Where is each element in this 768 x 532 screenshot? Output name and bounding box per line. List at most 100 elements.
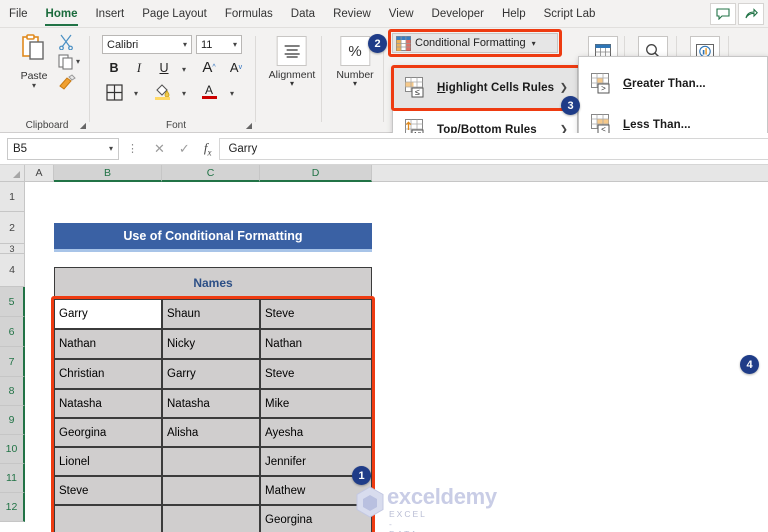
copy-chevron-down-icon[interactable]: ▾ bbox=[76, 57, 80, 66]
row-header-6[interactable]: 6 bbox=[0, 317, 25, 347]
tab-developer[interactable]: Developer bbox=[423, 0, 493, 28]
row-header-2[interactable]: 2 bbox=[0, 212, 25, 244]
column-header-b[interactable]: B bbox=[54, 165, 162, 182]
row-header-11[interactable]: 11 bbox=[0, 464, 25, 493]
cell-title-banner[interactable]: Use of Conditional Formatting bbox=[54, 223, 372, 252]
row-header-9[interactable]: 9 bbox=[0, 406, 25, 435]
cut-icon[interactable] bbox=[58, 34, 74, 55]
formula-bar-grip: ⋮ bbox=[127, 143, 138, 155]
cell-B9[interactable]: Georgina bbox=[54, 418, 162, 447]
tab-formulas[interactable]: Formulas bbox=[216, 0, 282, 28]
menu-item-highlight-cells-rules[interactable]: ≤ Highlight Cells Rules ❯ bbox=[393, 67, 577, 109]
chevron-down-icon[interactable]: ▾ bbox=[183, 40, 187, 49]
conditional-formatting-button[interactable]: Conditional Formatting ▾ bbox=[392, 33, 558, 53]
submenu-glyph: > bbox=[601, 84, 606, 93]
decrease-font-size-button[interactable]: Av bbox=[226, 57, 246, 77]
tab-file[interactable]: File bbox=[0, 0, 37, 28]
cell-C6[interactable]: Nicky bbox=[162, 329, 260, 359]
name-box[interactable]: B5 ▾ bbox=[7, 137, 119, 160]
paste-chevron-down-icon[interactable]: ▾ bbox=[12, 82, 56, 90]
cell-B5[interactable]: Garry bbox=[54, 299, 162, 329]
cell-D5[interactable]: Steve bbox=[260, 299, 372, 329]
row-header-3[interactable]: 3 bbox=[0, 244, 25, 254]
bold-button[interactable]: B bbox=[104, 58, 124, 78]
tab-home[interactable]: Home bbox=[37, 0, 87, 28]
submenu-item-rest: ess Than... bbox=[630, 118, 691, 131]
grow-font-label: A bbox=[202, 58, 213, 76]
column-header-a[interactable]: A bbox=[25, 165, 54, 182]
row-header-7[interactable]: 7 bbox=[0, 347, 25, 377]
formula-input[interactable]: Garry bbox=[219, 137, 768, 160]
cell-B6[interactable]: Nathan bbox=[54, 329, 162, 359]
chevron-down-icon[interactable]: ▾ bbox=[109, 144, 113, 153]
column-header-c[interactable]: C bbox=[162, 165, 260, 182]
font-color-chevron-down-icon[interactable]: ▾ bbox=[222, 83, 242, 103]
paste-button[interactable]: Paste ▾ bbox=[12, 34, 56, 90]
group-divider bbox=[89, 36, 90, 122]
font-size-combo[interactable]: 11 ▾ bbox=[196, 35, 242, 54]
row-header-12[interactable]: 12 bbox=[0, 493, 25, 522]
cell-C8[interactable]: Natasha bbox=[162, 389, 260, 418]
cell-B10[interactable]: Lionel bbox=[54, 447, 162, 476]
step-badge-3: 3 bbox=[561, 96, 580, 115]
tab-help[interactable]: Help bbox=[493, 0, 535, 28]
underline-button[interactable]: U bbox=[154, 58, 174, 78]
tab-review[interactable]: Review bbox=[324, 0, 380, 28]
insert-function-icon[interactable]: fx bbox=[204, 140, 212, 158]
copy-icon[interactable] bbox=[58, 54, 74, 75]
row-header-4[interactable]: 4 bbox=[0, 254, 25, 287]
cell-C10[interactable] bbox=[162, 447, 260, 476]
borders-chevron-down-icon[interactable]: ▾ bbox=[126, 83, 146, 103]
tab-data[interactable]: Data bbox=[282, 0, 324, 28]
cell-D8[interactable]: Mike bbox=[260, 389, 372, 418]
borders-button[interactable] bbox=[104, 82, 124, 102]
increase-font-size-button[interactable]: A ^ bbox=[199, 57, 219, 77]
italic-button[interactable]: I bbox=[129, 58, 149, 78]
cell-B8[interactable]: Natasha bbox=[54, 389, 162, 418]
underline-chevron-down-icon[interactable]: ▾ bbox=[174, 59, 194, 79]
tab-page-layout[interactable]: Page Layout bbox=[133, 0, 216, 28]
cell-D9[interactable]: Ayesha bbox=[260, 418, 372, 447]
chevron-down-icon[interactable]: ▾ bbox=[532, 39, 536, 48]
row-header-5[interactable]: 5 bbox=[0, 287, 25, 317]
clipboard-dialog-launcher-icon[interactable]: ◢ bbox=[80, 121, 86, 130]
cell-B7[interactable]: Christian bbox=[54, 359, 162, 389]
step-badge-2: 2 bbox=[368, 34, 387, 53]
tab-script-lab[interactable]: Script Lab bbox=[535, 0, 605, 28]
submenu-item-greater-than[interactable]: > Greater Than... bbox=[579, 63, 767, 104]
cell-table-header[interactable]: Names bbox=[54, 267, 372, 299]
row-header-10[interactable]: 10 bbox=[0, 435, 25, 464]
format-painter-icon[interactable] bbox=[58, 74, 76, 95]
share-icon[interactable] bbox=[738, 2, 764, 25]
cancel-icon[interactable]: ✕ bbox=[154, 141, 165, 157]
alignment-button[interactable]: Alignment ▾ bbox=[269, 36, 316, 88]
cell-D6[interactable]: Nathan bbox=[260, 329, 372, 359]
chevron-down-icon[interactable]: ▾ bbox=[233, 40, 237, 49]
cell-C5[interactable]: Shaun bbox=[162, 299, 260, 329]
group-divider bbox=[321, 36, 322, 122]
enter-icon[interactable]: ✓ bbox=[179, 141, 190, 157]
fill-color-button[interactable] bbox=[152, 81, 172, 101]
fill-color-chevron-down-icon[interactable]: ▾ bbox=[174, 83, 194, 103]
tab-insert[interactable]: Insert bbox=[86, 0, 133, 28]
tab-view[interactable]: View bbox=[380, 0, 423, 28]
column-header-d[interactable]: D bbox=[260, 165, 372, 182]
number-chevron-down-icon[interactable]: ▾ bbox=[336, 80, 373, 88]
comment-icon[interactable] bbox=[710, 2, 736, 25]
cell-C11[interactable] bbox=[162, 476, 260, 505]
cell-B11[interactable]: Steve bbox=[54, 476, 162, 505]
cell-C12[interactable] bbox=[162, 505, 260, 532]
font-name-value: Calibri bbox=[107, 38, 139, 51]
cell-C9[interactable]: Alisha bbox=[162, 418, 260, 447]
select-all-corner[interactable] bbox=[0, 165, 25, 182]
watermark-logo-icon bbox=[356, 486, 384, 518]
alignment-chevron-down-icon[interactable]: ▾ bbox=[269, 80, 316, 88]
cell-B12[interactable] bbox=[54, 505, 162, 532]
font-color-button[interactable]: A bbox=[199, 81, 219, 101]
row-header-8[interactable]: 8 bbox=[0, 377, 25, 406]
font-name-combo[interactable]: Calibri ▾ bbox=[102, 35, 192, 54]
cell-C7[interactable]: Garry bbox=[162, 359, 260, 389]
font-dialog-launcher-icon[interactable]: ◢ bbox=[246, 121, 252, 130]
cell-D7[interactable]: Steve bbox=[260, 359, 372, 389]
row-header-1[interactable]: 1 bbox=[0, 182, 25, 212]
